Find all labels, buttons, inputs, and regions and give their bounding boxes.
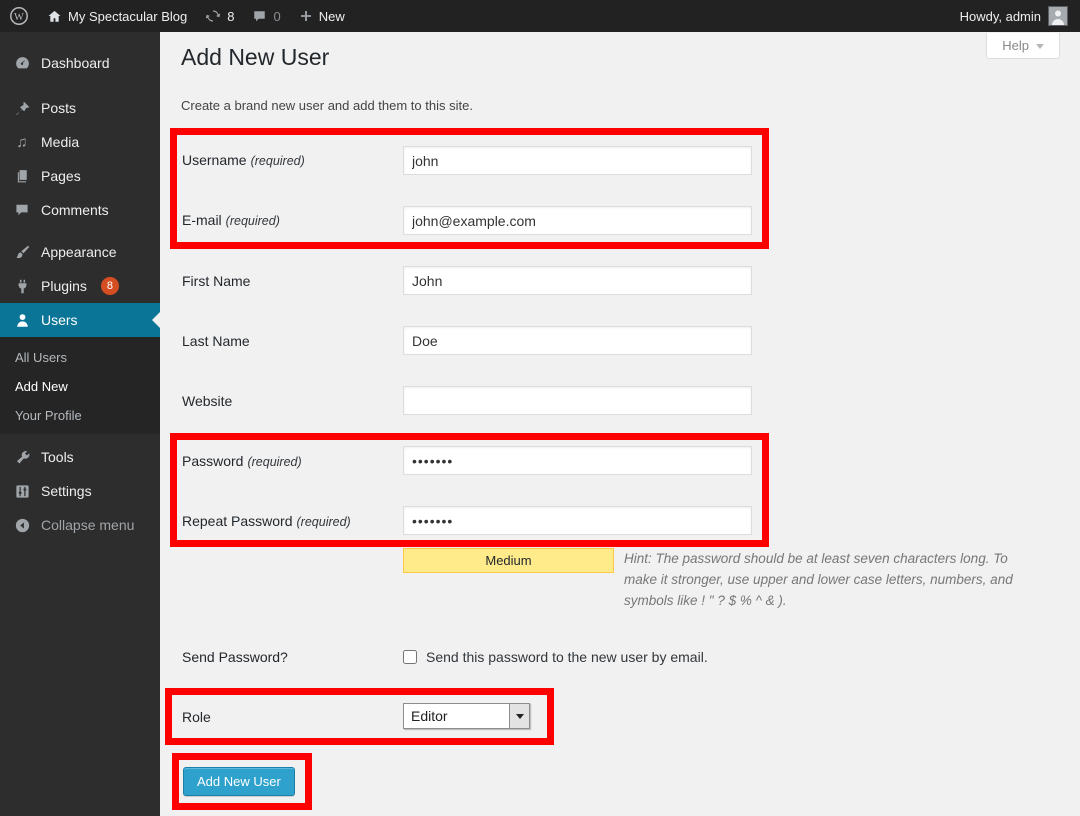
email-label: E-mail(required) <box>182 212 280 228</box>
dashboard-icon <box>13 54 31 72</box>
wordpress-logo-icon: W <box>9 6 29 26</box>
select-dropdown-button[interactable] <box>509 704 529 728</box>
pages-icon <box>13 167 31 185</box>
sidebar-label: Media <box>41 134 79 150</box>
wrench-icon <box>13 448 31 466</box>
home-icon <box>47 9 62 24</box>
svg-text:W: W <box>14 12 24 23</box>
password-hint-text: Hint: The password should be at least se… <box>624 551 1013 608</box>
comment-icon <box>13 201 31 219</box>
role-selected-value: Editor <box>404 704 509 728</box>
sidebar-label: Collapse menu <box>41 517 134 533</box>
site-name-menu[interactable]: My Spectacular Blog <box>38 0 196 32</box>
sliders-icon <box>13 482 31 500</box>
admin-sidebar: Dashboard Posts ♫ Media Pages Comments <box>0 32 160 816</box>
send-password-checkbox[interactable] <box>403 650 417 664</box>
sidebar-item-settings[interactable]: Settings <box>0 474 160 508</box>
sidebar-item-appearance[interactable]: Appearance <box>0 235 160 269</box>
website-input[interactable] <box>403 386 752 415</box>
wordpress-logo-menu[interactable]: W <box>0 0 38 32</box>
sidebar-item-comments[interactable]: Comments <box>0 193 160 227</box>
avatar <box>1048 6 1068 26</box>
last-name-label: Last Name <box>182 333 250 349</box>
comments-menu[interactable]: 0 <box>243 0 289 32</box>
submenu-all-users[interactable]: All Users <box>0 343 160 372</box>
add-new-user-button[interactable]: Add New User <box>183 767 295 796</box>
admin-bar: W My Spectacular Blog 8 0 New Howdy, adm… <box>0 0 1080 32</box>
sidebar-label: Users <box>41 312 78 328</box>
media-icon: ♫ <box>13 133 31 151</box>
send-password-label: Send Password? <box>182 649 288 665</box>
update-count: 8 <box>227 9 234 24</box>
main-content: Help Add New User Create a brand new use… <box>160 32 1080 816</box>
new-content-menu[interactable]: New <box>290 0 354 32</box>
comment-bubble-icon <box>252 9 267 24</box>
first-name-label: First Name <box>182 273 250 289</box>
chevron-down-icon <box>516 714 524 719</box>
sidebar-label: Plugins <box>41 278 87 294</box>
paintbrush-icon <box>13 243 31 261</box>
role-label: Role <box>182 709 211 725</box>
send-password-checkbox-label: Send this password to the new user by em… <box>426 649 708 665</box>
plugins-update-badge: 8 <box>101 277 119 295</box>
collapse-icon <box>13 516 31 534</box>
password-label: Password(required) <box>182 453 302 469</box>
sidebar-item-pages[interactable]: Pages <box>0 159 160 193</box>
updates-menu[interactable]: 8 <box>196 0 243 32</box>
last-name-input[interactable] <box>403 326 752 355</box>
page-subtitle: Create a brand new user and add them to … <box>181 98 473 113</box>
repeat-password-label: Repeat Password(required) <box>182 513 351 529</box>
sidebar-item-collapse-menu[interactable]: Collapse menu <box>0 508 160 542</box>
sidebar-label: Posts <box>41 100 76 116</box>
first-name-input[interactable] <box>403 266 752 295</box>
chevron-down-icon <box>1036 44 1044 49</box>
username-input[interactable] <box>403 146 752 175</box>
submenu-add-new[interactable]: Add New <box>0 372 160 401</box>
username-label: Username(required) <box>182 152 305 168</box>
comment-count: 0 <box>273 9 280 24</box>
help-button[interactable]: Help <box>986 33 1060 59</box>
password-strength-meter: Medium <box>403 548 614 573</box>
sidebar-label: Pages <box>41 168 81 184</box>
sidebar-item-users[interactable]: Users <box>0 303 160 337</box>
submenu-your-profile[interactable]: Your Profile <box>0 401 160 430</box>
sidebar-label: Tools <box>41 449 74 465</box>
website-label: Website <box>182 393 232 409</box>
role-select[interactable]: Editor <box>403 703 530 729</box>
help-label: Help <box>1002 38 1029 53</box>
account-menu[interactable]: Howdy, admin <box>960 6 1080 26</box>
updates-icon <box>205 8 221 24</box>
sidebar-label: Appearance <box>41 244 117 260</box>
plus-icon <box>299 9 313 23</box>
howdy-text: Howdy, admin <box>960 9 1041 24</box>
sidebar-label: Settings <box>41 483 92 499</box>
sidebar-label: Dashboard <box>41 55 110 71</box>
new-label: New <box>319 9 345 24</box>
sidebar-item-dashboard[interactable]: Dashboard <box>0 46 160 80</box>
user-icon <box>13 311 31 329</box>
email-field[interactable] <box>403 206 752 235</box>
sidebar-item-plugins[interactable]: Plugins 8 <box>0 269 160 303</box>
pushpin-icon <box>13 99 31 117</box>
password-hint-block: Medium Hint: The password should be at l… <box>403 548 1043 611</box>
page-title: Add New User <box>181 44 329 71</box>
sidebar-item-posts[interactable]: Posts <box>0 91 160 125</box>
sidebar-item-tools[interactable]: Tools <box>0 440 160 474</box>
plug-icon <box>13 277 31 295</box>
repeat-password-input[interactable] <box>403 506 752 535</box>
sidebar-label: Comments <box>41 202 109 218</box>
site-name: My Spectacular Blog <box>68 9 187 24</box>
password-input[interactable] <box>403 446 752 475</box>
sidebar-item-media[interactable]: ♫ Media <box>0 125 160 159</box>
users-submenu: All Users Add New Your Profile <box>0 337 160 434</box>
